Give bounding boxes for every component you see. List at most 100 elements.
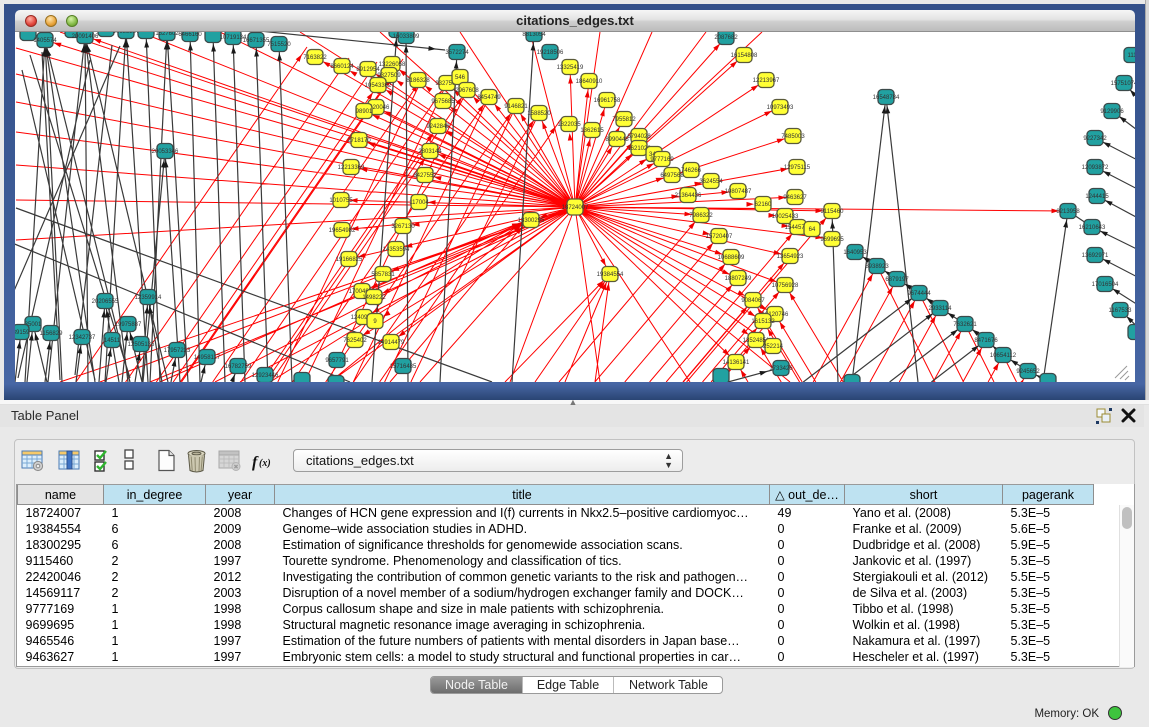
svg-text:(x): (x): [259, 458, 271, 469]
svg-text:19166825: 19166825: [336, 257, 363, 263]
svg-text:546: 546: [455, 75, 466, 81]
svg-text:12923446: 12923446: [252, 373, 279, 379]
svg-text:9227342: 9227342: [1083, 136, 1107, 142]
svg-text:9146821: 9146821: [504, 104, 528, 110]
svg-text:15716485: 15716485: [390, 364, 417, 370]
svg-text:746266: 746266: [681, 168, 702, 174]
svg-text:15751074: 15751074: [1111, 81, 1135, 87]
svg-text:6466160: 6466160: [178, 32, 202, 38]
svg-text:16782759: 16782759: [225, 364, 252, 370]
svg-text:2803144: 2803144: [418, 149, 442, 155]
svg-text:9129906: 9129906: [1100, 109, 1124, 115]
svg-text:7163822: 7163822: [303, 55, 327, 61]
svg-text:20206555: 20206555: [92, 299, 119, 305]
svg-text:8813054: 8813054: [522, 32, 546, 38]
svg-text:10653267: 10653267: [113, 32, 140, 35]
svg-text:3624554: 3624554: [699, 179, 723, 185]
svg-text:1527602: 1527602: [155, 32, 179, 37]
svg-text:14353594: 14353594: [383, 247, 410, 253]
svg-text:9245652: 9245652: [1016, 369, 1040, 375]
svg-text:16210643: 16210643: [1079, 225, 1106, 231]
svg-text:7955812: 7955812: [612, 117, 636, 123]
svg-text:1244415: 1244415: [1085, 194, 1109, 200]
svg-text:16961758: 16961758: [594, 98, 621, 104]
svg-text:111: 111: [1127, 53, 1135, 59]
svg-text:18724007: 18724007: [562, 205, 589, 211]
svg-text:10973493: 10973493: [767, 105, 794, 111]
svg-text:13692971: 13692971: [1082, 253, 1109, 259]
svg-text:1156829: 1156829: [40, 331, 64, 337]
svg-text:1010755: 1010755: [329, 198, 353, 204]
svg-text:252214: 252214: [763, 344, 784, 350]
svg-text:7632621: 7632621: [953, 322, 977, 328]
svg-text:16033809: 16033809: [393, 34, 420, 40]
svg-text:20091406: 20091406: [72, 34, 99, 40]
svg-text:5857831: 5857831: [371, 272, 395, 278]
svg-text:12093872: 12093872: [1082, 165, 1109, 171]
svg-text:9657791: 9657791: [325, 358, 349, 364]
svg-text:8660124: 8660124: [330, 64, 354, 70]
svg-text:1588520: 1588520: [527, 111, 551, 117]
svg-text:12505135: 12505135: [128, 342, 155, 348]
svg-text:14136141: 14136141: [723, 360, 750, 366]
svg-text:13654923: 13654923: [777, 254, 804, 260]
svg-text:9675685: 9675685: [431, 99, 455, 105]
svg-text:7485003: 7485003: [781, 134, 805, 140]
svg-text:8427552: 8427552: [413, 173, 437, 179]
svg-text:18807249: 18807249: [725, 276, 752, 282]
svg-text:98901: 98901: [356, 109, 373, 115]
svg-text:1615132: 1615132: [751, 319, 775, 325]
svg-text:2967608: 2967608: [455, 88, 479, 94]
svg-text:17016504: 17016504: [1092, 282, 1119, 288]
svg-text:12213967: 12213967: [753, 78, 780, 84]
svg-text:8186328: 8186328: [406, 78, 430, 84]
svg-text:19654982: 19654982: [329, 228, 356, 234]
svg-text:9084067: 9084067: [741, 298, 765, 304]
svg-text:21364436: 21364436: [675, 193, 702, 199]
svg-text:1733426: 1733426: [769, 366, 793, 372]
svg-text:1640953: 1640953: [843, 250, 867, 256]
svg-text:64: 64: [809, 227, 816, 233]
svg-text:8990448: 8990448: [605, 137, 629, 143]
svg-text:9463627: 9463627: [783, 195, 807, 201]
svg-text:12342737: 12342737: [69, 335, 96, 341]
svg-text:14914479: 14914479: [378, 340, 405, 346]
svg-text:19384554: 19384554: [597, 272, 624, 278]
svg-text:1362615: 1362615: [580, 128, 604, 134]
svg-text:9699695: 9699695: [820, 237, 844, 243]
svg-text:6794028: 6794028: [627, 134, 651, 140]
svg-text:9242848: 9242848: [426, 124, 450, 130]
svg-text:3267130: 3267130: [391, 224, 415, 230]
svg-text:18300295: 18300295: [518, 218, 545, 224]
svg-text:10756928: 10756928: [772, 283, 799, 289]
svg-text:13325419: 13325419: [557, 65, 584, 71]
svg-text:7986322: 7986322: [689, 213, 713, 219]
svg-text:9777169: 9777169: [650, 157, 674, 163]
svg-text:12359914: 12359914: [135, 295, 162, 301]
svg-text:6497568: 6497568: [660, 173, 684, 179]
svg-text:16154808: 16154808: [731, 53, 758, 59]
svg-text:10688609: 10688609: [718, 255, 745, 261]
svg-text:6879197: 6879197: [885, 277, 909, 283]
svg-text:20053346: 20053346: [152, 149, 179, 155]
svg-text:14511: 14511: [104, 338, 121, 344]
svg-text:1498222: 1498222: [362, 295, 386, 301]
svg-text:f: f: [252, 454, 259, 471]
svg-text:18640910: 18640910: [576, 79, 603, 85]
svg-text:8454749: 8454749: [477, 95, 501, 101]
svg-text:2718170: 2718170: [347, 138, 371, 144]
svg-text:10654112: 10654112: [990, 353, 1017, 359]
svg-text:7625402: 7625402: [343, 338, 367, 344]
svg-text:62160: 62160: [755, 202, 772, 208]
svg-text:7515520: 7515520: [267, 42, 291, 48]
svg-text:10543362: 10543362: [365, 83, 392, 89]
svg-text:1167533: 1167533: [1109, 308, 1133, 314]
svg-text:39159: 39159: [15, 330, 30, 336]
svg-text:8471676: 8471676: [974, 338, 998, 344]
svg-text:8213958: 8213958: [1056, 209, 1080, 215]
svg-text:9674444: 9674444: [907, 291, 931, 297]
svg-text:1822035: 1822035: [557, 122, 581, 128]
svg-text:16671355: 16671355: [243, 38, 270, 44]
svg-text:9115460: 9115460: [821, 209, 845, 215]
svg-text:16548784: 16548784: [873, 95, 900, 101]
